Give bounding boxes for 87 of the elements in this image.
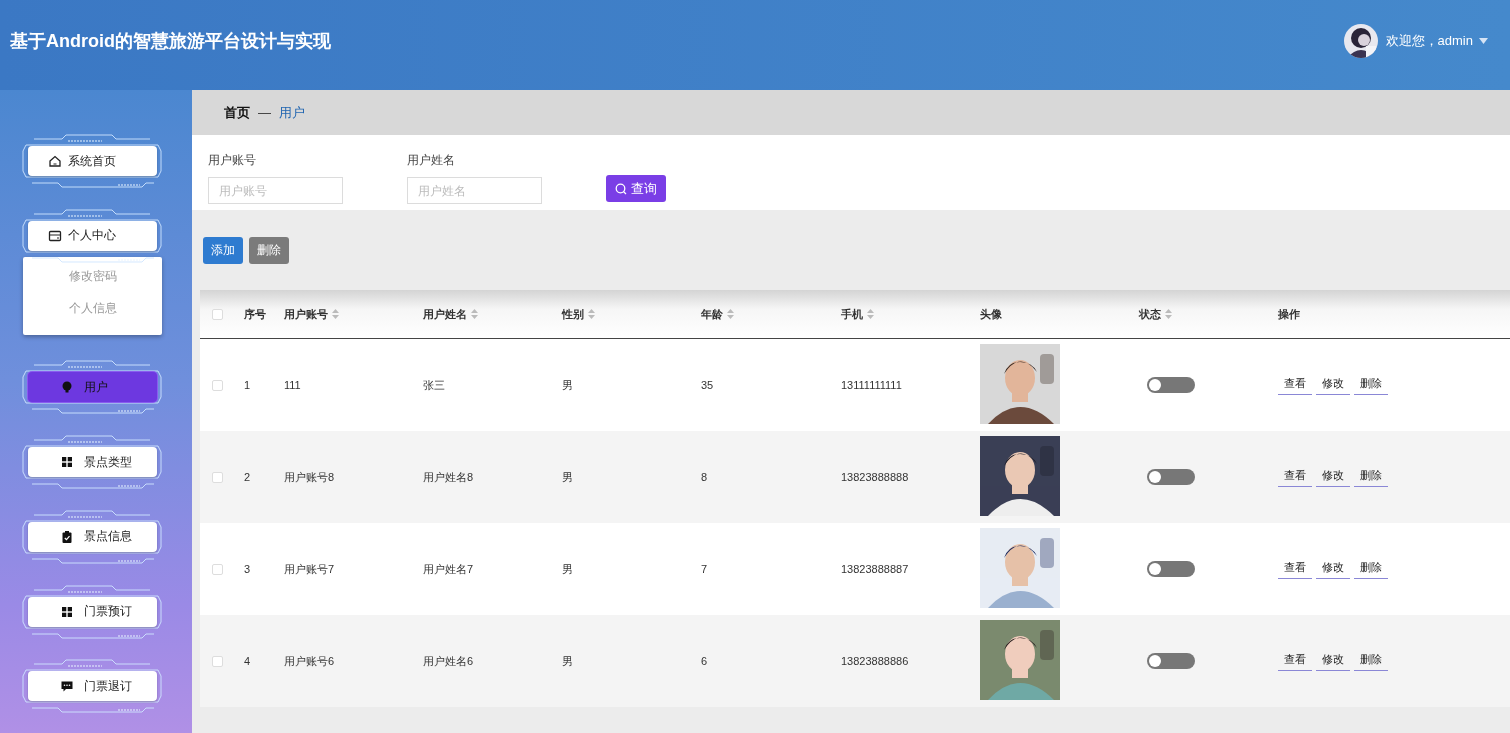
- breadcrumb-item[interactable]: 用户: [279, 103, 305, 122]
- bulb-icon: [60, 380, 74, 395]
- input-field[interactable]: 用户姓名: [407, 177, 542, 204]
- column-header: 年龄: [701, 306, 723, 322]
- table-cell-text: 男: [561, 561, 574, 577]
- sort-icon[interactable]: [867, 309, 874, 319]
- toggle-switch[interactable]: [1147, 377, 1195, 393]
- table-cell-text: 13823888888: [840, 471, 910, 483]
- checkbox[interactable]: [212, 471, 223, 483]
- table-cell-text: 男: [561, 653, 574, 669]
- add-button[interactable]: 添加: [203, 236, 243, 264]
- chat-icon: [60, 679, 74, 694]
- table-cell-text: 用户账号8: [283, 469, 336, 485]
- clipboard-icon: [60, 529, 74, 544]
- table-cell-text: 男: [561, 377, 574, 393]
- user-menu[interactable]: 欢迎您，admin: [1385, 32, 1488, 50]
- table-cell-text: 2: [243, 471, 252, 483]
- action-link[interactable]: 删除: [1354, 467, 1388, 487]
- input-field[interactable]: 用户账号: [208, 177, 343, 204]
- action-link[interactable]: 修改: [1316, 375, 1350, 395]
- table-cell-text: 4: [243, 655, 252, 667]
- column-header: 操作: [1278, 306, 1300, 322]
- table-cell-text: 8: [700, 471, 709, 483]
- checkbox[interactable]: [212, 308, 223, 320]
- delete-button[interactable]: 删除: [249, 236, 289, 264]
- table-cell-text: 用户姓名8: [422, 469, 475, 485]
- action-link[interactable]: 修改: [1316, 651, 1350, 671]
- table-cell-text: 张三: [422, 377, 446, 393]
- column-header: 头像: [980, 306, 1002, 322]
- table-cell-text: 13823888887: [840, 563, 910, 575]
- column-header: 性别: [562, 306, 584, 322]
- caret-icon: [1479, 38, 1488, 44]
- menu-item[interactable]: 个人中心: [28, 220, 157, 251]
- toggle-switch[interactable]: [1147, 653, 1195, 669]
- action-link[interactable]: 查看: [1278, 651, 1312, 671]
- sort-icon[interactable]: [727, 309, 734, 319]
- sort-icon[interactable]: [332, 309, 339, 319]
- sort-icon[interactable]: [1165, 309, 1172, 319]
- sort-icon[interactable]: [471, 309, 478, 319]
- search-icon: [615, 182, 627, 195]
- action-link[interactable]: 删除: [1354, 559, 1388, 579]
- menu-item[interactable]: 景点类型: [28, 447, 157, 478]
- menu-item[interactable]: 景点信息: [28, 521, 157, 552]
- breadcrumb-separator: —: [258, 105, 271, 120]
- app-title: 基于Android的智慧旅游平台设计与实现: [10, 30, 331, 53]
- checkbox[interactable]: [212, 563, 223, 575]
- action-link[interactable]: 删除: [1354, 651, 1388, 671]
- table-cell-text: 用户账号7: [283, 561, 336, 577]
- table-cell-text: 6: [700, 655, 709, 667]
- breadcrumb-item[interactable]: 首页: [224, 103, 250, 122]
- table-cell-text: 3: [243, 563, 252, 575]
- column-header: 序号: [244, 306, 266, 322]
- menu-item[interactable]: 门票预订: [28, 596, 157, 627]
- card-icon: [48, 228, 62, 243]
- table-cell-text: 7: [700, 563, 709, 575]
- menu-item[interactable]: 门票退订: [28, 671, 157, 702]
- checkbox[interactable]: [212, 379, 223, 391]
- action-link[interactable]: 修改: [1316, 467, 1350, 487]
- table-cell-text: 用户姓名7: [422, 561, 475, 577]
- menu-item[interactable]: 系统首页: [28, 146, 157, 176]
- grid-icon: [60, 455, 74, 470]
- action-link[interactable]: 查看: [1278, 467, 1312, 487]
- checkbox[interactable]: [212, 655, 223, 667]
- action-link[interactable]: 删除: [1354, 375, 1388, 395]
- toggle-switch[interactable]: [1147, 561, 1195, 577]
- table-cell-text: 男: [561, 469, 574, 485]
- action-link[interactable]: 查看: [1278, 559, 1312, 579]
- field-label: 用户账号: [208, 152, 257, 169]
- home-icon: [48, 154, 62, 168]
- sort-icon[interactable]: [588, 309, 595, 319]
- action-link[interactable]: 查看: [1278, 375, 1312, 395]
- search-button[interactable]: 查询: [606, 175, 666, 202]
- table-cell-text: 用户账号6: [283, 653, 336, 669]
- column-header: 手机: [841, 306, 863, 322]
- field-label: 用户姓名: [407, 152, 456, 169]
- table-cell-text: 用户姓名6: [422, 653, 475, 669]
- table-cell-text: 111: [283, 379, 302, 391]
- toggle-switch[interactable]: [1147, 469, 1195, 485]
- column-header: 用户账号: [284, 306, 328, 322]
- column-header: 用户姓名: [423, 306, 467, 322]
- column-header: 状态: [1139, 306, 1161, 322]
- action-link[interactable]: 修改: [1316, 559, 1350, 579]
- table-cell-text: 1: [243, 379, 252, 391]
- table-cell-text: 13823888886: [840, 655, 910, 667]
- grid-icon: [60, 604, 74, 619]
- table-cell-text: 13111111111: [840, 379, 903, 391]
- table-cell-text: 35: [700, 379, 715, 391]
